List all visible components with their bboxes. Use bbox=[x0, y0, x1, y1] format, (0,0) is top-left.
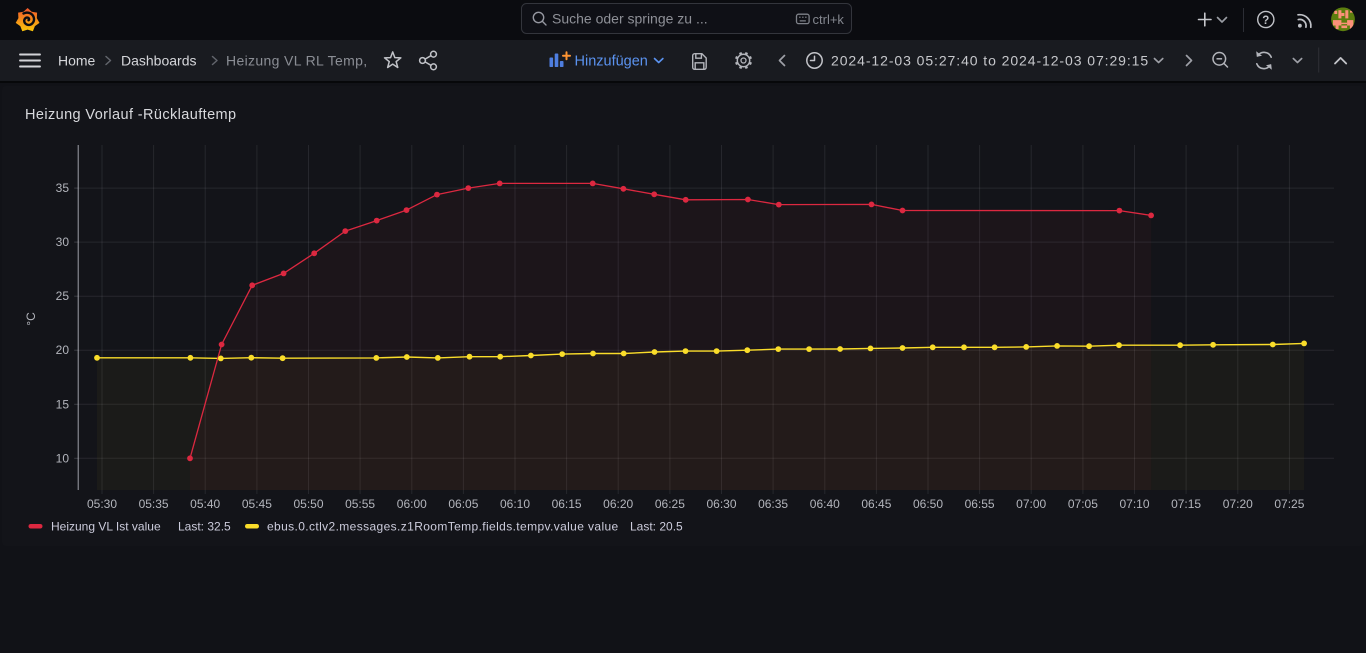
svg-text:30: 30 bbox=[56, 235, 70, 249]
svg-text:25: 25 bbox=[56, 289, 70, 303]
svg-text:07:15: 07:15 bbox=[1171, 497, 1201, 511]
svg-text:Hinzufügen: Hinzufügen bbox=[575, 54, 648, 70]
svg-text:05:55: 05:55 bbox=[345, 497, 375, 511]
svg-text:20: 20 bbox=[56, 343, 70, 357]
svg-text:Last: 32.5: Last: 32.5 bbox=[178, 520, 231, 534]
svg-text:Heizung VL RL Temp,: Heizung VL RL Temp, bbox=[226, 53, 368, 69]
svg-text:05:45: 05:45 bbox=[242, 497, 272, 511]
svg-text:06:40: 06:40 bbox=[810, 497, 840, 511]
svg-text:Last: 20.5: Last: 20.5 bbox=[630, 520, 683, 534]
svg-text:07:25: 07:25 bbox=[1274, 497, 1304, 511]
svg-text:06:45: 06:45 bbox=[861, 497, 891, 511]
svg-text:06:15: 06:15 bbox=[552, 497, 582, 511]
svg-text:06:50: 06:50 bbox=[913, 497, 943, 511]
svg-text:07:20: 07:20 bbox=[1223, 497, 1253, 511]
svg-text:06:25: 06:25 bbox=[655, 497, 685, 511]
svg-text:2024-12-03 05:27:40 to 2024-12: 2024-12-03 05:27:40 to 2024-12-03 07:29:… bbox=[831, 53, 1149, 69]
svg-text:07:05: 07:05 bbox=[1068, 497, 1098, 511]
svg-text:Dashboards: Dashboards bbox=[121, 53, 197, 69]
svg-text:Home: Home bbox=[58, 53, 96, 69]
svg-text:35: 35 bbox=[56, 181, 70, 195]
svg-text:°C: °C bbox=[24, 312, 38, 326]
svg-text:Heizung VL Ist value: Heizung VL Ist value bbox=[51, 520, 161, 534]
svg-text:Heizung Vorlauf -Rücklauftemp: Heizung Vorlauf -Rücklauftemp bbox=[25, 107, 236, 123]
svg-text:15: 15 bbox=[56, 397, 70, 411]
svg-text:06:55: 06:55 bbox=[965, 497, 995, 511]
svg-text:10: 10 bbox=[56, 451, 70, 465]
svg-text:06:10: 06:10 bbox=[500, 497, 530, 511]
svg-text:06:35: 06:35 bbox=[758, 497, 788, 511]
svg-text:06:00: 06:00 bbox=[397, 497, 427, 511]
svg-text:06:05: 06:05 bbox=[448, 497, 478, 511]
svg-text:06:30: 06:30 bbox=[706, 497, 736, 511]
svg-text:05:35: 05:35 bbox=[139, 497, 169, 511]
svg-text:ctrl+k: ctrl+k bbox=[813, 12, 845, 27]
svg-text:ebus.0.ctlv2.messages.z1RoomTe: ebus.0.ctlv2.messages.z1RoomTemp.fields.… bbox=[267, 520, 619, 534]
svg-text:05:40: 05:40 bbox=[190, 497, 220, 511]
svg-text:06:20: 06:20 bbox=[603, 497, 633, 511]
svg-text:05:30: 05:30 bbox=[87, 497, 117, 511]
svg-text:07:00: 07:00 bbox=[1016, 497, 1046, 511]
svg-text:Suche oder springe zu ...: Suche oder springe zu ... bbox=[552, 11, 708, 27]
svg-text:?: ? bbox=[1262, 15, 1269, 27]
svg-text:07:10: 07:10 bbox=[1119, 497, 1149, 511]
svg-text:05:50: 05:50 bbox=[293, 497, 323, 511]
